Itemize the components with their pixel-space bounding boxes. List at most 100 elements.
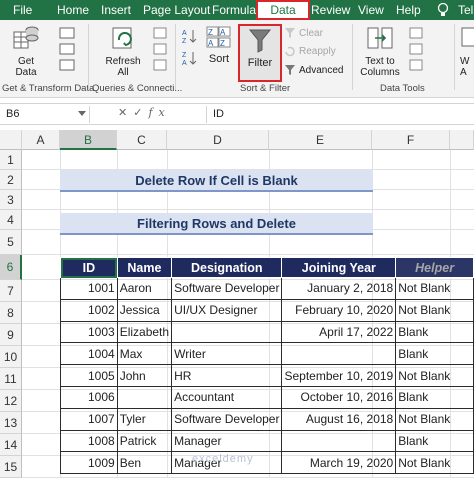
select-all-corner[interactable]	[0, 130, 22, 150]
row-header-4[interactable]: 4	[0, 210, 22, 230]
cell-name[interactable]: Max	[116, 342, 173, 366]
cell-id[interactable]: 1008	[60, 429, 118, 453]
cell-helper[interactable]: Not Blank	[395, 277, 474, 300]
cell-joining-year[interactable]: October 10, 2016	[281, 385, 397, 409]
filter-button[interactable]: Filter	[238, 24, 282, 82]
cell-designation[interactable]: Accountant	[171, 385, 283, 409]
row-header-11[interactable]: 11	[0, 368, 22, 390]
header-name[interactable]: Name	[116, 257, 173, 278]
cell-helper[interactable]: Not Blank	[395, 364, 474, 387]
cell-helper[interactable]: Not Blank	[395, 407, 474, 431]
row-header-5[interactable]: 5	[0, 230, 22, 255]
fx-icon[interactable]: fx	[148, 106, 170, 119]
cell-helper[interactable]: Blank	[395, 429, 474, 453]
header-helper[interactable]: Helper	[395, 257, 474, 278]
tab-data[interactable]: Data	[256, 0, 310, 20]
cell-joining-year[interactable]: February 10, 2020	[281, 298, 397, 322]
cell-name[interactable]: Patrick	[116, 429, 173, 453]
header-joining-year[interactable]: Joining Year	[281, 257, 397, 278]
sort-ascending-icon[interactable]: A Z	[182, 28, 198, 44]
cell-joining-year[interactable]: April 17, 2022	[281, 320, 397, 344]
row-header-3[interactable]: 3	[0, 190, 22, 210]
tab-help[interactable]: Help	[396, 0, 421, 20]
tab-tell-me[interactable]: Tel	[458, 0, 473, 20]
cell-helper[interactable]: Not Blank	[395, 298, 474, 322]
lightbulb-icon[interactable]	[437, 2, 449, 18]
row-header-8[interactable]: 8	[0, 302, 22, 324]
header-designation[interactable]: Designation	[171, 257, 283, 278]
column-header-c[interactable]: C	[117, 130, 167, 150]
cell-designation[interactable]: UI/UX Designer	[171, 298, 283, 322]
cell-id[interactable]: 1003	[60, 320, 118, 344]
row-header-2[interactable]: 2	[0, 170, 22, 190]
cell-helper[interactable]: Blank	[395, 320, 474, 344]
cell-joining-year[interactable]	[281, 342, 397, 366]
cell-designation[interactable]: Manager	[171, 429, 283, 453]
cell-name[interactable]: John	[116, 364, 173, 387]
formula-input[interactable]: ID	[206, 106, 224, 123]
row-header-10[interactable]: 10	[0, 346, 22, 368]
cell-designation[interactable]: HR	[171, 364, 283, 387]
tab-formulas[interactable]: Formulas	[212, 0, 262, 20]
cell-joining-year[interactable]: March 19, 2020	[281, 451, 397, 475]
cell-id[interactable]: 1009	[60, 451, 118, 475]
tab-page-layout[interactable]: Page Layout	[143, 0, 210, 20]
name-box[interactable]: B6	[0, 106, 90, 123]
cell-id[interactable]: 1002	[60, 298, 118, 322]
cell-helper[interactable]: Blank	[395, 342, 474, 366]
cell-name[interactable]: Aaron	[116, 277, 173, 300]
cell-joining-year[interactable]: January 2, 2018	[281, 277, 397, 300]
cell-name[interactable]: Jessica	[116, 298, 173, 322]
advanced-filter-button[interactable]: Advanced	[284, 64, 343, 76]
row-header-12[interactable]: 12	[0, 390, 22, 412]
row-header-14[interactable]: 14	[0, 434, 22, 456]
sort-descending-icon[interactable]: Z A	[182, 50, 198, 66]
column-header-e[interactable]: E	[269, 130, 372, 150]
cell-designation[interactable]: Software Developer	[171, 277, 283, 300]
row-header-7[interactable]: 7	[0, 280, 22, 302]
row-header-6[interactable]: 6	[0, 255, 22, 280]
column-header-g[interactable]	[450, 130, 474, 150]
reapply-button[interactable]: Reapply	[284, 45, 336, 57]
cell-joining-year[interactable]: August 16, 2018	[281, 407, 397, 431]
cell-id[interactable]: 1001	[60, 277, 118, 300]
what-if-button[interactable]: W A	[458, 22, 474, 80]
cell-id[interactable]: 1007	[60, 407, 118, 431]
cell-designation[interactable]	[171, 320, 283, 344]
cell-joining-year[interactable]	[281, 429, 397, 453]
tab-insert[interactable]: Insert	[101, 0, 131, 20]
row-header-1[interactable]: 1	[0, 150, 22, 170]
cell-id[interactable]: 1004	[60, 342, 118, 366]
chevron-down-icon[interactable]	[78, 111, 86, 117]
cell-name[interactable]	[116, 385, 173, 409]
get-data-button[interactable]: Get Data	[6, 22, 46, 80]
refresh-all-button[interactable]: Refresh All	[100, 22, 146, 80]
clear-filter-button[interactable]: Clear	[284, 27, 323, 39]
cell-designation[interactable]: Software Developer	[171, 407, 283, 431]
header-id[interactable]: ID	[60, 257, 118, 278]
column-header-b[interactable]: B	[60, 130, 117, 150]
tab-view[interactable]: View	[358, 0, 384, 20]
row-header-15[interactable]: 15	[0, 456, 22, 478]
cell-helper[interactable]: Blank	[395, 385, 474, 409]
cell-designation[interactable]: Writer	[171, 342, 283, 366]
sort-button[interactable]: Z A A Z Sort	[204, 24, 234, 78]
column-header-a[interactable]: A	[22, 130, 60, 150]
column-header-d[interactable]: D	[167, 130, 269, 150]
cell-id[interactable]: 1005	[60, 364, 118, 387]
tab-review[interactable]: Review	[311, 0, 350, 20]
row-header-13[interactable]: 13	[0, 412, 22, 434]
cell-name[interactable]: Ben	[116, 451, 173, 475]
cell-id[interactable]: 1006	[60, 385, 118, 409]
enter-icon[interactable]: ✓	[133, 107, 148, 119]
cell-name[interactable]: Elizabeth	[116, 320, 173, 344]
cancel-icon[interactable]: ✕	[118, 107, 133, 119]
cell-joining-year[interactable]: September 10, 2019	[281, 364, 397, 387]
cell-helper[interactable]: Not Blank	[395, 451, 474, 475]
tab-home[interactable]: Home	[57, 0, 89, 20]
cell-name[interactable]: Tyler	[116, 407, 173, 431]
text-to-columns-button[interactable]: Text to Columns	[358, 22, 402, 80]
column-header-f[interactable]: F	[372, 130, 450, 150]
tab-file[interactable]: File	[13, 0, 32, 20]
row-header-9[interactable]: 9	[0, 324, 22, 346]
